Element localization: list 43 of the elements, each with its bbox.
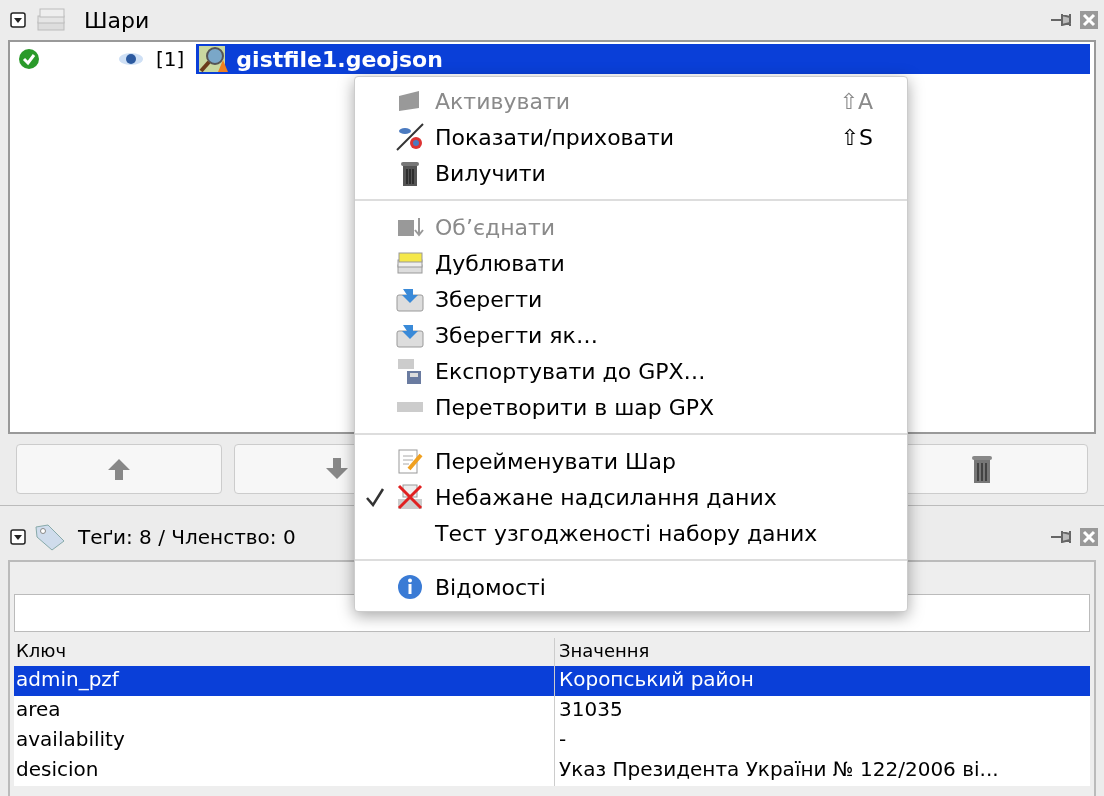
checkmark-icon: [365, 487, 385, 507]
map-icon: [198, 45, 229, 73]
table-cell: area: [14, 696, 554, 726]
menu-item[interactable]: Тест узгодженості набору даних: [355, 515, 907, 551]
menu-item[interactable]: Зберегти: [355, 281, 907, 317]
layer-index: [1]: [156, 46, 185, 73]
table-cell: Указ Президента України № 122/2006 ві...: [554, 756, 1090, 786]
shortcut: ⇧A: [839, 87, 873, 116]
edit-icon: [395, 447, 425, 475]
check-icon[interactable]: [18, 48, 40, 70]
menu-item[interactable]: Перейменувати Шар: [355, 443, 907, 479]
trash-icon: [970, 454, 994, 484]
menu-item[interactable]: Показати/приховати ⇧S: [355, 119, 907, 155]
panel-title: Шари: [84, 6, 150, 35]
panel-title: Теґи: 8 / Членство: 0: [78, 524, 296, 551]
table-cell: 31035: [554, 696, 1090, 726]
collapse-icon[interactable]: [10, 529, 26, 545]
duplicate-icon: [395, 250, 425, 276]
arrow-up-icon: [107, 457, 131, 481]
menu-item[interactable]: Дублювати: [355, 245, 907, 281]
menu-item[interactable]: Небажане надсилання даних: [355, 479, 907, 515]
close-icon[interactable]: [1080, 11, 1098, 29]
table-cell: admin_pzf: [14, 666, 554, 696]
collapse-icon[interactable]: [10, 12, 26, 28]
menu-item[interactable]: Вилучити: [355, 155, 907, 191]
eye-slash-icon: [395, 123, 425, 151]
tag-icon: [34, 523, 66, 551]
table-cell: desicion: [14, 756, 554, 786]
table-cell: -: [554, 726, 1090, 756]
menu-item[interactable]: Відомості: [355, 569, 907, 605]
arrow-down-icon: [325, 457, 349, 481]
table-cell: availability: [14, 726, 554, 756]
menu-item[interactable]: Зберегти як…: [355, 317, 907, 353]
info-icon: [395, 573, 425, 601]
table-cell: Коропський район: [554, 666, 1090, 696]
eye-icon[interactable]: [118, 51, 144, 67]
menu-item[interactable]: Перетворити в шар GPX: [355, 389, 907, 425]
menu-item[interactable]: Експортувати до GPX…: [355, 353, 907, 389]
column-header[interactable]: Ключ: [14, 638, 554, 666]
layer-item[interactable]: gistfile1.geojson: [196, 44, 1090, 74]
close-icon[interactable]: [1080, 528, 1098, 546]
shortcut: ⇧S: [840, 123, 873, 152]
upload-blocked-icon: [395, 483, 425, 511]
